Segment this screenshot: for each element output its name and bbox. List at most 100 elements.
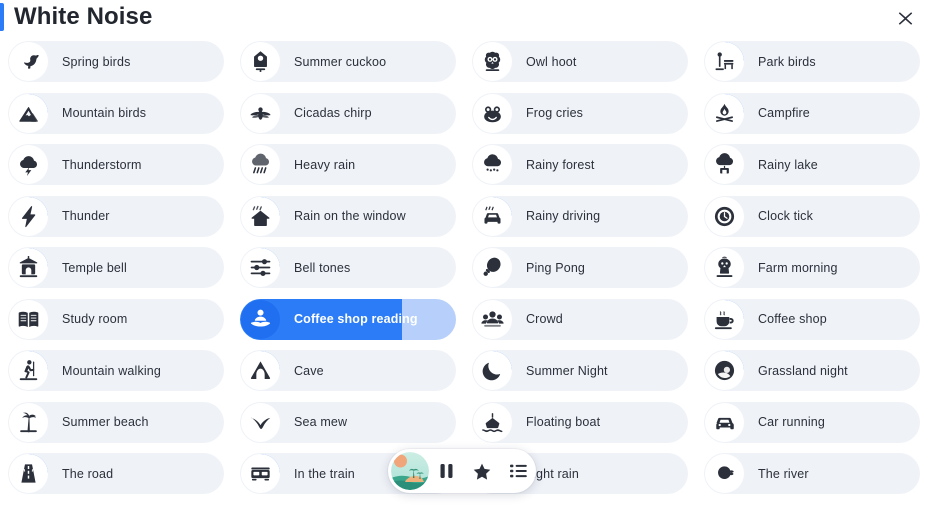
- sound-pill[interactable]: Summer cuckoo: [240, 41, 456, 83]
- sound-cell: VIP Mountain birds: [0, 88, 232, 140]
- sound-pill[interactable]: Farm morning: [704, 247, 920, 289]
- sound-icon-badge: [9, 299, 48, 339]
- sound-pill[interactable]: VIP Rain on the window: [240, 195, 456, 237]
- sound-pill[interactable]: Clock tick: [704, 195, 920, 237]
- reading-person-icon: [250, 309, 271, 327]
- sound-label: In the train: [294, 466, 355, 481]
- car-icon: [716, 417, 734, 430]
- sound-pill[interactable]: Owl hoot: [472, 41, 688, 83]
- vip-badge-icon: VIP: [254, 248, 280, 274]
- vip-badge-icon: VIP: [718, 93, 744, 120]
- vip-badge-icon: VIP: [254, 454, 280, 480]
- vip-badge-icon: VIP: [718, 299, 744, 326]
- sound-cell: Frog cries: [464, 88, 696, 140]
- sound-label: Thunder: [62, 209, 110, 224]
- sound-label: Rain on the window: [294, 209, 406, 224]
- sound-pill[interactable]: VIP Mountain walking: [8, 350, 224, 392]
- sound-pill[interactable]: Rainy lake: [704, 144, 920, 186]
- page-title: White Noise: [14, 3, 153, 30]
- sound-cell: VIP The road: [0, 448, 232, 500]
- sound-label: Mountain walking: [62, 363, 161, 378]
- rain-lake-icon: [716, 153, 734, 174]
- sound-icon-badge: VIP: [473, 351, 512, 391]
- sound-cell: The river: [696, 448, 928, 500]
- seagull-icon: [250, 417, 271, 429]
- sound-pill[interactable]: The river: [704, 453, 920, 495]
- dialog-header: White Noise: [0, 0, 928, 36]
- sound-pill[interactable]: VIP Park birds: [704, 41, 920, 83]
- sound-pill[interactable]: VIP Coffee shop: [704, 298, 920, 340]
- river-icon: [718, 466, 734, 480]
- sound-pill[interactable]: Spring birds: [8, 41, 224, 83]
- sound-pill[interactable]: Car running: [704, 401, 920, 443]
- sound-pill[interactable]: Rainy forest: [472, 144, 688, 186]
- sound-pill[interactable]: Heavy rain: [240, 144, 456, 186]
- sound-icon-badge: [473, 402, 512, 442]
- vip-badge-icon: VIP: [22, 351, 48, 377]
- sound-label: Rainy driving: [526, 209, 601, 224]
- sound-cell: Owl hoot: [464, 36, 696, 88]
- sound-pill[interactable]: Sea mew: [240, 401, 456, 443]
- sound-icon-badge: [473, 93, 512, 133]
- sound-pill[interactable]: VIP Mountain birds: [8, 92, 224, 134]
- sound-pill[interactable]: Study room: [8, 298, 224, 340]
- sound-cell: VIP Cave: [232, 345, 464, 397]
- sound-icon-badge: VIP: [9, 196, 48, 236]
- sound-icon-badge: [241, 42, 280, 82]
- player-thumbnail[interactable]: [391, 452, 429, 490]
- sound-icon-badge: VIP: [705, 299, 744, 339]
- vip-badge-icon: VIP: [22, 454, 48, 480]
- sound-label: Farm morning: [758, 260, 838, 275]
- sound-label: Owl hoot: [526, 54, 577, 69]
- bird-icon: [24, 55, 39, 69]
- sound-label: Crowd: [526, 312, 563, 327]
- heavy-rain-icon: [252, 153, 270, 174]
- sound-pill[interactable]: Coffee shop reading: [240, 298, 456, 340]
- sound-cell: VIP Summer Night: [464, 345, 696, 397]
- sound-cell: Rainy lake: [696, 139, 928, 191]
- sound-pill[interactable]: VIP Temple bell: [8, 247, 224, 289]
- mini-player[interactable]: [388, 449, 536, 493]
- sound-icon-badge: [473, 145, 512, 185]
- sound-pill[interactable]: VIP Bell tones: [240, 247, 456, 289]
- sound-icon-badge: VIP: [9, 351, 48, 391]
- cicada-icon: [250, 107, 271, 120]
- playlist-button[interactable]: [500, 449, 536, 493]
- thundercloud-icon: [20, 156, 38, 177]
- sound-label: Coffee shop reading: [294, 312, 418, 327]
- sound-cell: Summer beach: [0, 397, 232, 449]
- sound-pill[interactable]: Crowd: [472, 298, 688, 340]
- close-button[interactable]: [891, 4, 919, 32]
- sound-pill[interactable]: VIP Rainy driving: [472, 195, 688, 237]
- sound-pill[interactable]: VIP The road: [8, 453, 224, 495]
- sound-label: Ping Pong: [526, 260, 586, 275]
- sound-pill[interactable]: VIP Campfire: [704, 92, 920, 134]
- sound-pill[interactable]: Ping Pong: [472, 247, 688, 289]
- sound-cell: VIP Temple bell: [0, 242, 232, 294]
- pause-icon: [440, 464, 452, 478]
- sound-pill[interactable]: Summer beach: [8, 401, 224, 443]
- favorite-button[interactable]: [463, 449, 500, 493]
- sound-pill[interactable]: Floating boat: [472, 401, 688, 443]
- sound-pill[interactable]: Cicadas chirp: [240, 92, 456, 134]
- sound-icon-badge: VIP: [705, 351, 744, 391]
- sound-label: Summer cuckoo: [294, 54, 387, 69]
- rain-cloud-icon: [484, 154, 502, 172]
- vip-badge-icon: VIP: [486, 196, 512, 223]
- sound-cell: Cicadas chirp: [232, 88, 464, 140]
- sound-label: Campfire: [758, 106, 810, 121]
- sound-cell: Spring birds: [0, 36, 232, 88]
- pause-button[interactable]: [429, 449, 463, 493]
- sound-label: Temple bell: [62, 260, 127, 275]
- crowd-icon: [481, 311, 504, 327]
- sound-pill[interactable]: Frog cries: [472, 92, 688, 134]
- sound-label: Coffee shop: [758, 312, 827, 327]
- sound-pill[interactable]: VIP Summer Night: [472, 350, 688, 392]
- sound-pill[interactable]: Thunderstorm: [8, 144, 224, 186]
- sound-pill[interactable]: VIP Cave: [240, 350, 456, 392]
- sound-cell: Rainy forest: [464, 139, 696, 191]
- vip-badge-icon: VIP: [254, 196, 280, 223]
- sound-pill[interactable]: VIP Grassland night: [704, 350, 920, 392]
- sound-pill[interactable]: VIP Thunder: [8, 195, 224, 237]
- sound-cell: Study room: [0, 294, 232, 346]
